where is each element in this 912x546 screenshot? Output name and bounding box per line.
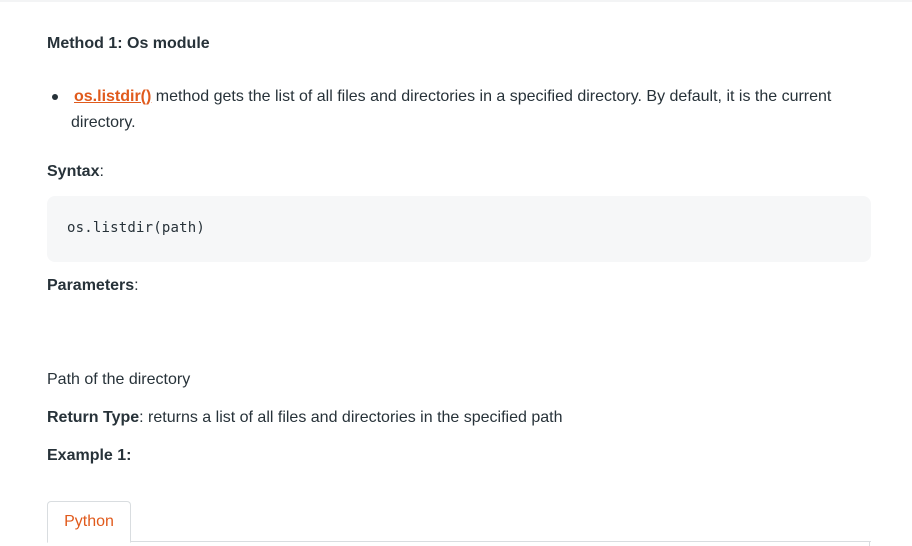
list-item-description: method gets the list of all files and di… (71, 88, 832, 131)
syntax-label: Syntax (47, 163, 100, 180)
code-text[interactable]: os.listdir(path) (67, 220, 205, 236)
os-listdir-link[interactable]: os.listdir() (74, 88, 151, 105)
return-type-text: : returns a list of all files and direct… (139, 409, 563, 426)
example-line: Example 1: (47, 447, 131, 465)
method-heading: Method 1: Os module (47, 35, 210, 52)
bullet-icon (52, 94, 58, 100)
tab-divider (47, 541, 871, 542)
top-edge-divider (0, 0, 912, 2)
syntax-label-line: Syntax: (47, 163, 104, 181)
parameters-label-line: Parameters: (47, 277, 139, 295)
return-type-label: Return Type (47, 409, 140, 426)
return-type-line: Return Type: returns a list of all files… (47, 409, 562, 427)
syntax-label-suffix: : (99, 163, 104, 180)
code-block[interactable]: os.listdir(path) (47, 196, 871, 262)
code-tabs: Python (47, 501, 871, 546)
example-label: Example 1: (47, 447, 132, 464)
tab-python[interactable]: Python (47, 501, 131, 543)
list-item-text: os.listdir() method gets the list of all… (71, 84, 847, 136)
parameters-label: Parameters (47, 277, 135, 294)
list-item: os.listdir() method gets the list of all… (47, 84, 847, 136)
tab-panel-edge (869, 541, 870, 546)
path-description: Path of the directory (47, 371, 191, 388)
parameters-label-suffix: : (134, 277, 139, 294)
